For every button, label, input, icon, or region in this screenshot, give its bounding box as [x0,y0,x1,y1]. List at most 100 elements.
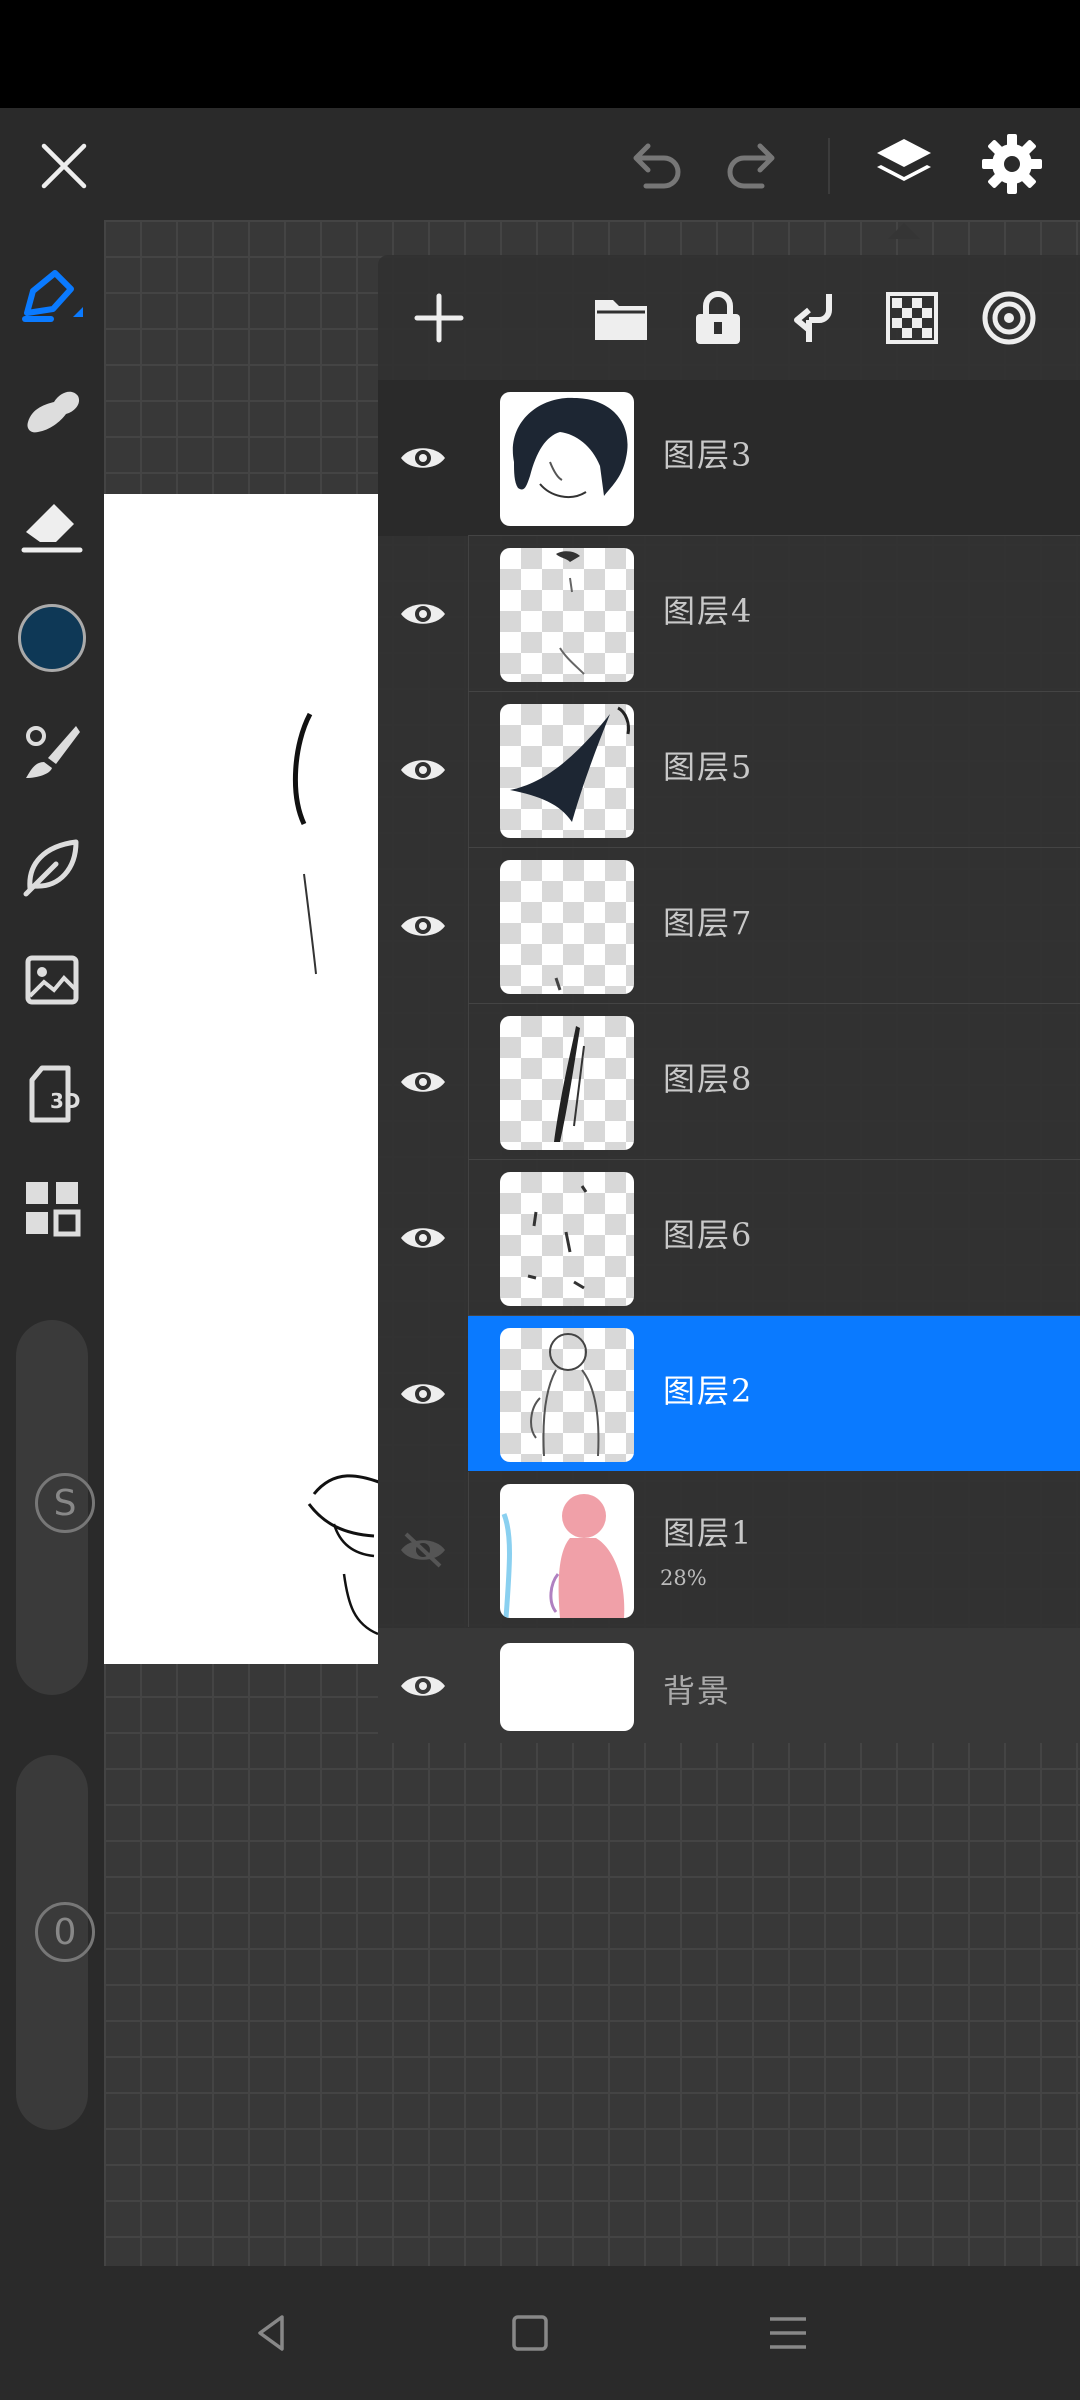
layer-thumbnail [500,548,634,682]
layer-name: 图层5 [663,748,754,786]
folder-icon [595,299,647,340]
layer-preview [530,1333,600,1457]
brush-library-button[interactable] [0,696,104,808]
visibility-toggle[interactable] [378,380,468,535]
layers-button[interactable] [862,122,946,206]
eye-icon [401,1383,445,1404]
home-icon [512,2315,548,2351]
visibility-toggle[interactable] [378,1628,468,1743]
layer-opacity: 28% [660,1566,707,1590]
layer-row[interactable]: 图层8 [378,1004,1080,1160]
home-button[interactable] [470,2266,590,2400]
visibility-toggle[interactable] [378,848,468,1003]
image-import-button[interactable] [0,924,104,1036]
layer-row-selected[interactable]: 图层2 [378,1316,1080,1472]
pen-tool-button[interactable] [0,240,104,352]
eye-icon [401,1227,445,1248]
layer-divider [468,692,469,847]
brush-size-slider[interactable]: S [16,1320,95,1695]
layer-name: 图层7 [663,904,754,942]
layer-preview [554,1026,585,1142]
eraser-tool-button[interactable] [0,468,104,580]
top-toolbar [0,108,1080,220]
eye-icon [401,603,445,624]
layer-name: 图层2 [663,1372,754,1410]
layer-row[interactable]: 图层1 28% [378,1472,1080,1628]
layer-preview [512,397,628,499]
layer-preview [554,977,562,991]
transparency-icon [886,291,938,344]
settings-icon [982,134,1042,194]
undo-button[interactable] [616,126,696,206]
settings-button[interactable] [970,122,1054,206]
layer-thumbnail [500,1016,634,1150]
layer-name: 背景 [663,1672,732,1710]
undo-icon [633,143,681,189]
redo-button[interactable] [712,126,792,206]
menu-button[interactable] [728,2266,848,2400]
folder-button[interactable] [581,255,661,380]
redo-icon [727,143,775,189]
color-swatch [18,604,86,672]
svg-text:3D: 3D [50,1089,81,1113]
visibility-toggle[interactable] [378,1160,468,1315]
eye-icon [401,915,445,936]
layer-row-background[interactable]: 背景 [378,1628,1080,1743]
visibility-toggle[interactable] [378,1316,468,1471]
color-button[interactable] [0,582,104,694]
layer-list: 图层3 图层4 图层5 图层7 图层8 图层6 图层2 图层1 28% 背景 [378,380,1080,1743]
close-icon [41,143,87,189]
visibility-toggle[interactable] [378,536,468,691]
lock-button[interactable] [678,255,758,380]
layer-row[interactable]: 图层7 [378,848,1080,1004]
eye-icon [401,447,445,468]
visibility-toggle[interactable] [378,1472,468,1627]
image-import-icon [25,955,79,1005]
grid-layout-button[interactable] [0,1152,104,1264]
layer-thumbnail [500,860,634,994]
layer-thumbnail [500,392,634,526]
layer-name: 图层6 [663,1216,754,1254]
leaf-icon [23,839,79,897]
close-button[interactable] [24,126,104,206]
layer-row[interactable]: 图层6 [378,1160,1080,1316]
layer-name: 图层3 [663,436,754,474]
eye-icon [401,1071,445,1092]
lock-icon [696,290,740,344]
layer-thumbnail [500,1172,634,1306]
layer-thumbnail [500,1484,634,1618]
layer-row[interactable]: 图层3 [378,380,1080,536]
layer-divider [468,1004,469,1159]
layer-preview [556,551,585,675]
layer-name: 图层1 [663,1514,754,1552]
leaf-button[interactable] [0,810,104,922]
visibility-toggle[interactable] [378,1004,468,1159]
grid-layout-icon [26,1182,81,1237]
layer-row[interactable]: 图层4 [378,536,1080,692]
layers-icon [877,139,931,181]
3d-model-button[interactable]: 3D [0,1038,104,1150]
smudge-tool-button[interactable] [0,354,104,466]
add-layer-icon [414,293,464,342]
layer-divider [468,1160,469,1315]
transparency-button[interactable] [872,255,952,380]
target-button[interactable] [969,255,1049,380]
brush-opacity-slider[interactable]: 0 [16,1755,95,2130]
add-layer-button[interactable] [399,255,479,380]
brush-opacity-value: 0 [35,1902,95,1962]
smudge-tool-icon [27,391,80,433]
layer-thumbnail [500,1328,634,1462]
back-button[interactable] [212,2266,332,2400]
3d-model-icon: 3D [29,1065,81,1123]
layer-panel: 图层3 图层4 图层5 图层7 图层8 图层6 图层2 图层1 28% 背景 [378,255,1080,1743]
eye-icon [401,759,445,780]
eye-hidden-icon [401,1532,445,1567]
merge-down-button[interactable] [775,255,855,380]
status-bar [0,0,1080,108]
layer-divider [468,848,469,1003]
visibility-toggle[interactable] [378,692,468,847]
layer-preview [510,706,630,822]
drawing-canvas[interactable] [104,494,378,1664]
layer-row[interactable]: 图层5 [378,692,1080,848]
layer-preview [527,1185,588,1290]
